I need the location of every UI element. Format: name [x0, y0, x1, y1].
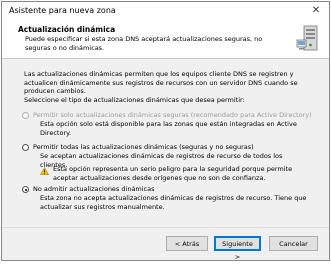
wizard-content: Las actualizaciones dinámicas permiten q…	[2, 59, 329, 219]
prompt-text: Seleccione el tipo de actualizaciones di…	[24, 96, 245, 104]
option-secure-only-description: Esta opción solo está disponible para la…	[40, 120, 297, 137]
back-button[interactable]: < Atrás	[166, 236, 208, 251]
page-title: Actualización dinámica	[18, 25, 116, 34]
footer-divider	[2, 227, 329, 228]
radio-secure-only	[22, 112, 29, 119]
warning-icon	[40, 167, 49, 175]
next-button[interactable]: Siguiente >	[214, 236, 261, 261]
close-button[interactable]: ✕	[305, 2, 327, 20]
option-no-updates-description: Esta zona no acepta actualizaciones diná…	[40, 194, 307, 211]
option-all-updates-warning: Esta opción representa un serio peligro …	[53, 165, 293, 182]
option-secure-only-label: Permitir solo actualizaciones dinámicas …	[33, 111, 312, 119]
option-all-updates-label[interactable]: Permitir todas las actualizaciones dinám…	[33, 143, 254, 151]
wizard-window: Asistente para nueva zona ✕ Actualizació…	[1, 1, 330, 261]
option-no-updates-label[interactable]: No admitir actualizaciones dinámicas	[33, 185, 155, 193]
radio-all-updates[interactable]	[22, 144, 29, 151]
server-wizard-icon	[296, 25, 318, 51]
radio-no-updates[interactable]	[22, 186, 29, 193]
wizard-header: Actualización dinámica Puede especificar…	[2, 20, 329, 59]
cancel-button[interactable]: Cancelar	[269, 236, 318, 251]
intro-text: Las actualizaciones dinámicas permiten q…	[24, 70, 298, 95]
title-bar: Asistente para nueva zona ✕	[2, 2, 329, 20]
page-subtitle: Puede especificar si esta zona DNS acept…	[25, 35, 263, 52]
window-title: Asistente para nueva zona	[9, 6, 116, 15]
